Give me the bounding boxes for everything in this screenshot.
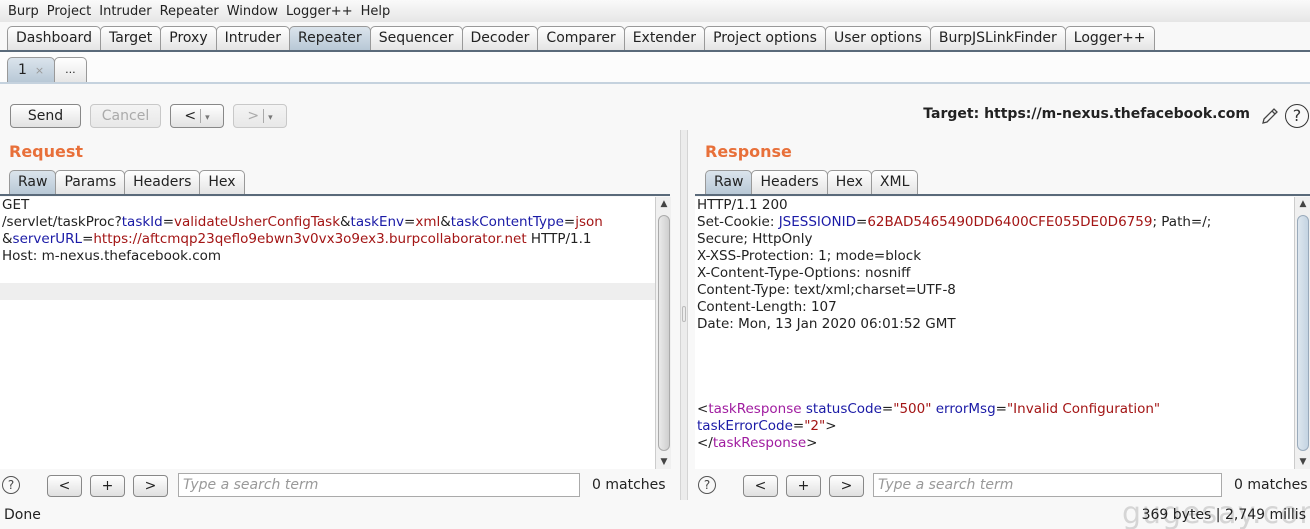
close-icon[interactable]: × (35, 64, 44, 77)
request-tab-params[interactable]: Params (55, 170, 126, 194)
response-xss-header: X-XSS-Protection: 1; mode=block (697, 248, 922, 264)
request-tab-raw[interactable]: Raw (9, 170, 57, 194)
xml-open-tag: <taskResponse statusCode="500" errorMsg=… (697, 401, 1161, 417)
request-title: Request (9, 142, 84, 161)
response-date: Date: Mon, 13 Jan 2020 06:01:52 GMT (697, 316, 956, 332)
request-tab-underline (0, 194, 670, 196)
menu-burp[interactable]: Burp (8, 4, 39, 19)
new-repeater-tab[interactable]: ... (54, 57, 87, 82)
tab-extender[interactable]: Extender (623, 26, 706, 50)
target-label: Target: https://m-nexus.thefacebook.com (923, 106, 1250, 122)
response-search-add-button[interactable]: + (786, 475, 821, 497)
request-tab-headers[interactable]: Headers (124, 170, 201, 194)
response-tab-underline (695, 194, 1310, 196)
response-search-prev-button[interactable]: < (743, 475, 778, 497)
request-line-path: /servlet/taskProc?taskId=validateUsherCo… (2, 214, 603, 230)
request-scrollbar[interactable]: ▲ ▼ (655, 197, 671, 469)
response-set-cookie: Set-Cookie: JSESSIONID=62BAD5465490DD640… (697, 214, 1212, 230)
request-match-count: 0 matches (592, 477, 666, 493)
request-search-next-button[interactable]: > (133, 475, 168, 497)
tab-repeater[interactable]: Repeater (289, 26, 371, 50)
tab-comparer[interactable]: Comparer (537, 26, 625, 50)
tab-sequencer[interactable]: Sequencer (369, 26, 463, 50)
request-line-method: GET (2, 197, 30, 213)
response-size-time: 369 bytes | 2,749 millis (1141, 507, 1306, 523)
tab-target[interactable]: Target (99, 26, 162, 50)
main-tab-bar: Dashboard Target Proxy Intruder Repeater… (0, 22, 1310, 52)
request-search-add-button[interactable]: + (90, 475, 125, 497)
send-button[interactable]: Send (10, 104, 81, 128)
response-tab-xml[interactable]: XML (870, 170, 919, 194)
tab-user-options[interactable]: User options (824, 26, 931, 50)
request-line-serverurl: &serverURL=https://aftcmqp23qeflo9ebwn3v… (2, 231, 592, 247)
request-editor[interactable]: GET /servlet/taskProc?taskId=validateUsh… (0, 197, 656, 469)
scroll-down-icon[interactable]: ▼ (656, 455, 672, 469)
pencil-icon[interactable] (1260, 106, 1280, 126)
tab-burpjslinkfinder[interactable]: BurpJSLinkFinder (929, 26, 1066, 50)
response-tabs: Raw Headers Hex XML (705, 170, 919, 194)
tab-dashboard[interactable]: Dashboard (7, 26, 101, 50)
forward-arrow: > (247, 108, 260, 124)
menu-intruder[interactable]: Intruder (99, 4, 151, 19)
repeater-tab-bar: 1 × ... (0, 52, 1310, 84)
scroll-up-icon[interactable]: ▲ (656, 197, 672, 211)
current-line-highlight (0, 283, 656, 300)
repeater-tab-label: 1 (18, 62, 27, 78)
chevron-down-icon[interactable]: ▾ (268, 113, 273, 123)
menu-bar: Burp Project Intruder Repeater Window Lo… (0, 0, 1310, 22)
repeater-tab-1[interactable]: 1 × (7, 57, 56, 82)
request-line-host: Host: m-nexus.thefacebook.com (2, 248, 222, 264)
menu-window[interactable]: Window (227, 4, 278, 19)
chevron-down-icon[interactable]: ▾ (205, 113, 210, 123)
response-scrollbar[interactable]: ▲ ▼ (1294, 197, 1310, 469)
history-forward-button[interactable]: > ▾ (233, 104, 287, 128)
response-tab-raw[interactable]: Raw (705, 170, 753, 194)
status-text: Done (4, 507, 41, 523)
response-status-line: HTTP/1.1 200 (697, 197, 788, 213)
tab-proxy[interactable]: Proxy (160, 26, 217, 50)
request-tabs: Raw Params Headers Hex (9, 170, 245, 194)
response-content-type: Content-Type: text/xml;charset=UTF-8 (697, 282, 956, 298)
scrollbar-thumb[interactable] (658, 215, 670, 451)
scroll-up-icon[interactable]: ▲ (1295, 197, 1310, 211)
scroll-down-icon[interactable]: ▼ (1295, 455, 1310, 469)
tab-decoder[interactable]: Decoder (461, 26, 539, 50)
response-title: Response (705, 142, 792, 161)
menu-logger[interactable]: Logger++ (286, 4, 353, 19)
response-editor[interactable]: HTTP/1.1 200 Set-Cookie: JSESSIONID=62BA… (695, 197, 1295, 469)
response-cookie-flags: Secure; HttpOnly (697, 231, 813, 247)
response-xcto-header: X-Content-Type-Options: nosniff (697, 265, 911, 281)
xml-attr-line: taskErrorCode="2"> (697, 418, 837, 434)
tab-intruder[interactable]: Intruder (215, 26, 291, 50)
menu-repeater[interactable]: Repeater (160, 4, 219, 19)
back-arrow: < (184, 108, 197, 124)
tab-project-options[interactable]: Project options (704, 26, 826, 50)
response-match-count: 0 matches (1234, 477, 1308, 493)
request-tab-hex[interactable]: Hex (199, 170, 245, 194)
response-tab-headers[interactable]: Headers (751, 170, 828, 194)
response-search-help-icon[interactable]: ? (698, 476, 716, 494)
split-pane-divider[interactable] (680, 130, 688, 500)
response-tab-hex[interactable]: Hex (826, 170, 872, 194)
request-search-input[interactable] (178, 473, 580, 497)
request-search-prev-button[interactable]: < (47, 475, 82, 497)
help-icon[interactable]: ? (1285, 104, 1309, 128)
scrollbar-thumb[interactable] (1297, 215, 1309, 451)
cancel-button[interactable]: Cancel (90, 104, 161, 128)
menu-help[interactable]: Help (361, 4, 391, 19)
tab-logger[interactable]: Logger++ (1064, 26, 1155, 50)
response-search-input[interactable] (873, 473, 1222, 497)
response-search-next-button[interactable]: > (829, 475, 864, 497)
menu-project[interactable]: Project (47, 4, 91, 19)
history-back-button[interactable]: < ▾ (170, 104, 224, 128)
request-search-help-icon[interactable]: ? (2, 476, 20, 494)
response-content-length: Content-Length: 107 (697, 299, 837, 315)
xml-close-tag: </taskResponse> (697, 435, 818, 451)
